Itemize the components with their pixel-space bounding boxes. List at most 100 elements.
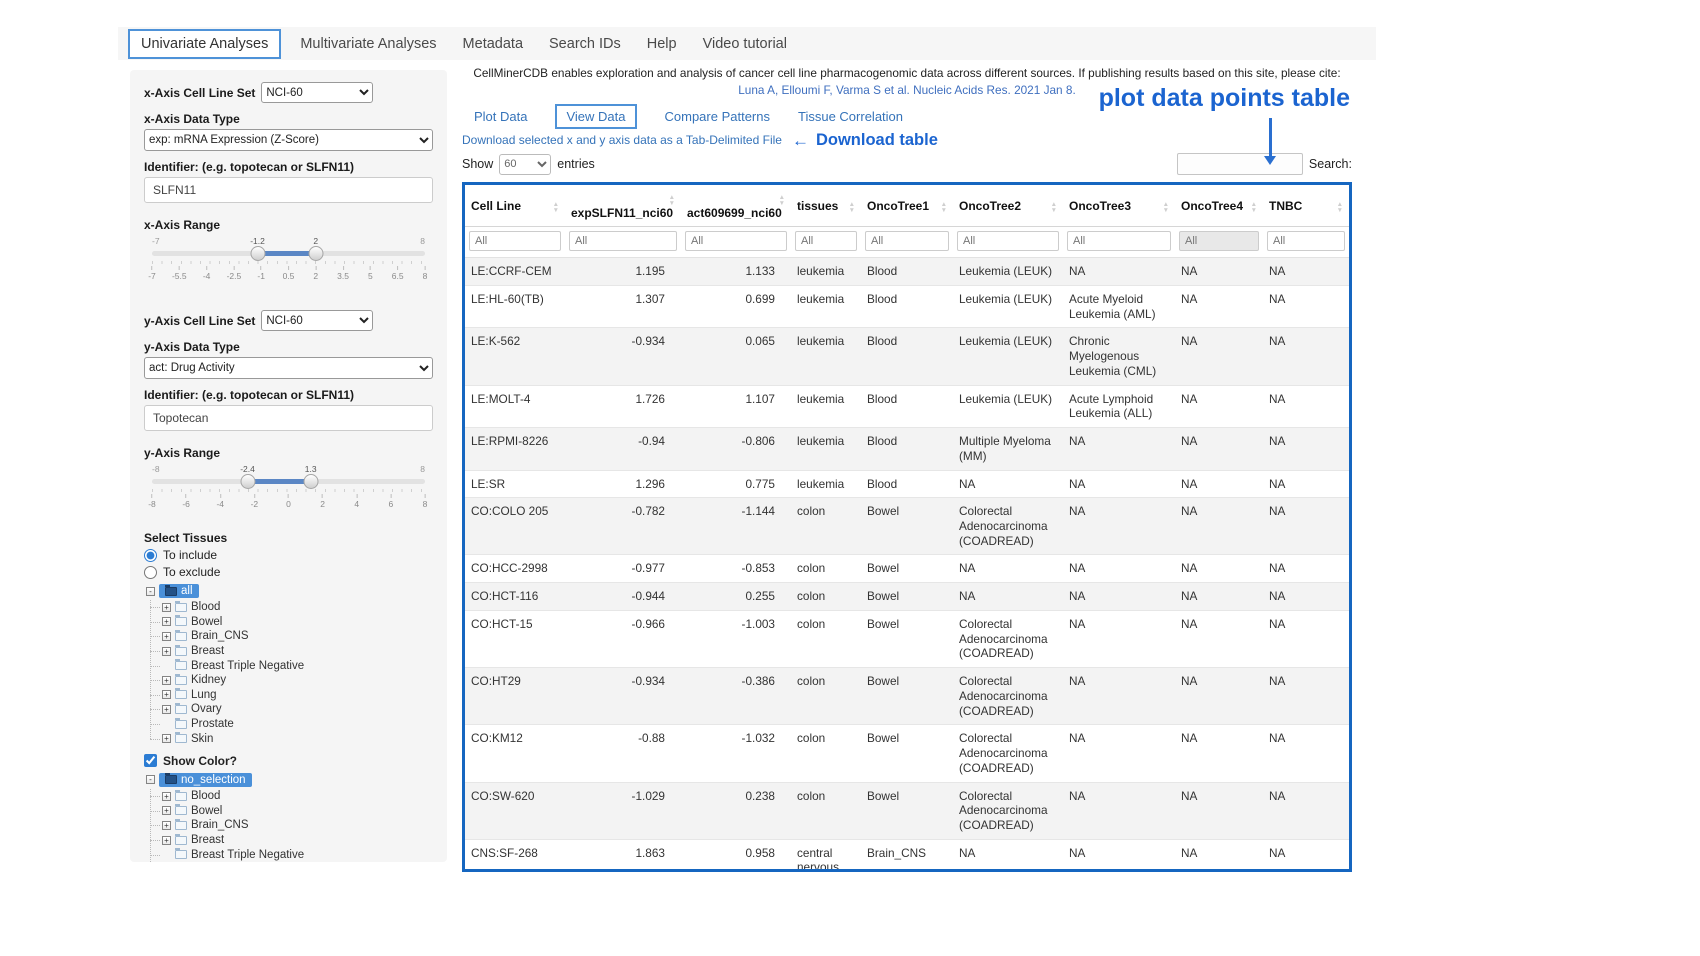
expand-icon[interactable]: + <box>162 836 171 845</box>
slider-handle-low[interactable] <box>240 474 255 489</box>
filter-input-tnbc[interactable] <box>1267 231 1345 251</box>
filter-input-cell-line[interactable] <box>469 231 561 251</box>
nav-tab-metadata[interactable]: Metadata <box>450 29 536 59</box>
nav-tab-help[interactable]: Help <box>634 29 690 59</box>
subtab-plot-data[interactable]: Plot Data <box>474 109 527 124</box>
expand-icon[interactable]: + <box>162 734 171 743</box>
column-header-oncotree1[interactable]: ▲▼OncoTree1 <box>861 185 953 227</box>
expand-icon[interactable]: + <box>162 603 171 612</box>
y-identifier-input[interactable] <box>144 405 433 431</box>
show-color-checkbox[interactable]: Show Color? <box>144 754 433 768</box>
collapse-icon[interactable]: - <box>146 587 155 596</box>
tree-item-skin[interactable]: +Skin <box>162 731 433 746</box>
tree-item-kidney[interactable]: +Kidney <box>162 673 433 688</box>
slider-handle-high[interactable] <box>308 246 323 261</box>
tissues-include-radio[interactable]: To include <box>144 548 433 562</box>
subtab-tissue-correlation[interactable]: Tissue Correlation <box>798 109 903 124</box>
table-row: LE:HL-60(TB)1.3070.699leukemiaBloodLeuke… <box>465 285 1349 327</box>
column-header-oncotree3[interactable]: ▲▼OncoTree3 <box>1063 185 1175 227</box>
cell-tissues: colon <box>791 610 861 667</box>
x-axis-data-type-select[interactable]: exp: mRNA Expression (Z-Score) <box>144 129 433 151</box>
entries-select[interactable]: 60 <box>499 154 551 175</box>
expand-icon[interactable]: + <box>162 806 171 815</box>
cell-oncotree3: NA <box>1063 258 1175 286</box>
table-row: CO:KM12-0.88-1.032colonBowelColorectal A… <box>465 725 1349 782</box>
folder-icon <box>175 617 187 626</box>
y-axis-data-type-select[interactable]: act: Drug Activity <box>144 357 433 379</box>
x-identifier-input[interactable] <box>144 177 433 203</box>
filter-input-oncotree4[interactable] <box>1179 231 1259 251</box>
y-axis-cell-line-set-select[interactable]: NCI-60 <box>261 310 373 331</box>
column-header-oncotree4[interactable]: ▲▼OncoTree4 <box>1175 185 1263 227</box>
nav-tab-multivariate-analyses[interactable]: Multivariate Analyses <box>287 29 449 59</box>
expand-icon[interactable]: + <box>162 617 171 626</box>
filter-input-act609699-nci60[interactable] <box>685 231 787 251</box>
column-header-tnbc[interactable]: ▲▼TNBC <box>1263 185 1349 227</box>
cell-tnbc: NA <box>1263 258 1349 286</box>
cell-oncotree3: NA <box>1063 498 1175 555</box>
include-radio-input[interactable] <box>144 549 157 562</box>
data-table: ▲▼Cell Line▲▼expSLFN11_nci60▲▼act609699_… <box>465 185 1349 872</box>
filter-input-tissues[interactable] <box>795 231 857 251</box>
expand-icon[interactable]: + <box>162 676 171 685</box>
filter-input-oncotree2[interactable] <box>957 231 1059 251</box>
column-header-act609699-nci60[interactable]: ▲▼act609699_nci60 <box>681 185 791 227</box>
folder-icon <box>175 792 187 801</box>
column-header-tissues[interactable]: ▲▼tissues <box>791 185 861 227</box>
x-axis-range-slider[interactable]: -78-1.22-7-5.5-4-2.5-10.523.556.58 <box>152 236 425 284</box>
tree-item-blood[interactable]: +Blood <box>162 600 433 615</box>
tree-item-breast[interactable]: +Breast <box>162 833 433 848</box>
tree-item-brain-cns[interactable]: +Brain_CNS <box>162 818 433 833</box>
expand-icon[interactable]: + <box>162 821 171 830</box>
nav-tab-video-tutorial[interactable]: Video tutorial <box>690 29 800 59</box>
slider-handle-high[interactable] <box>303 474 318 489</box>
cell-tissues: colon <box>791 782 861 839</box>
tree-item-prostate[interactable]: Prostate <box>162 717 433 732</box>
tree-item-ovary[interactable]: +Ovary <box>162 702 433 717</box>
column-header-cell-line[interactable]: ▲▼Cell Line <box>465 185 565 227</box>
expand-icon[interactable]: + <box>162 690 171 699</box>
expand-icon[interactable]: + <box>162 632 171 641</box>
cell-oncotree4: NA <box>1175 782 1263 839</box>
tree-item-breast-triple-negative[interactable]: Breast Triple Negative <box>162 847 433 862</box>
folder-icon <box>165 775 177 784</box>
tree-root-no-selection[interactable]: -no_selection <box>146 773 433 787</box>
tree-item-bowel[interactable]: +Bowel <box>162 804 433 819</box>
filter-input-oncotree1[interactable] <box>865 231 949 251</box>
tree-root-all[interactable]: -all <box>146 584 433 598</box>
slider-handle-low[interactable] <box>250 246 265 261</box>
subtab-view-data[interactable]: View Data <box>555 104 636 129</box>
tissues-exclude-radio[interactable]: To exclude <box>144 565 433 579</box>
folder-icon <box>175 720 187 729</box>
nav-tab-search-ids[interactable]: Search IDs <box>536 29 634 59</box>
cell-oncotree4: NA <box>1175 839 1263 872</box>
filter-input-oncotree3[interactable] <box>1067 231 1171 251</box>
cell-oncotree1: Blood <box>861 470 953 498</box>
table-row: LE:K-562-0.9340.065leukemiaBloodLeukemia… <box>465 328 1349 385</box>
filter-input-expslfn11-nci60[interactable] <box>569 231 677 251</box>
cell-expslfn11-nci60: 1.195 <box>565 258 681 286</box>
download-tab-delimited-link[interactable]: Download selected x and y axis data as a… <box>462 133 782 147</box>
tree-item-brain-cns[interactable]: +Brain_CNS <box>162 629 433 644</box>
expand-icon[interactable]: + <box>162 705 171 714</box>
tree-item-lung[interactable]: +Lung <box>162 688 433 703</box>
slider-max-label: 8 <box>420 236 425 246</box>
nav-tab-univariate-analyses[interactable]: Univariate Analyses <box>128 29 281 59</box>
tree-item-bowel[interactable]: +Bowel <box>162 615 433 630</box>
show-color-checkbox-input[interactable] <box>144 754 157 767</box>
exclude-radio-input[interactable] <box>144 566 157 579</box>
x-axis-cell-line-set-select[interactable]: NCI-60 <box>261 82 373 103</box>
cell-expslfn11-nci60: -0.934 <box>565 668 681 725</box>
tree-item-breast-triple-negative[interactable]: Breast Triple Negative <box>162 658 433 673</box>
subtab-compare-patterns[interactable]: Compare Patterns <box>665 109 771 124</box>
search-input[interactable] <box>1177 153 1303 175</box>
cell-expslfn11-nci60: -0.934 <box>565 328 681 385</box>
column-header-oncotree2[interactable]: ▲▼OncoTree2 <box>953 185 1063 227</box>
expand-icon[interactable]: + <box>162 647 171 656</box>
collapse-icon[interactable]: - <box>146 775 155 784</box>
y-axis-range-slider[interactable]: -88-2.41.3-8-6-4-202468 <box>152 464 425 512</box>
tree-item-blood[interactable]: +Blood <box>162 789 433 804</box>
column-header-expslfn11-nci60[interactable]: ▲▼expSLFN11_nci60 <box>565 185 681 227</box>
tree-item-breast[interactable]: +Breast <box>162 644 433 659</box>
expand-icon[interactable]: + <box>162 792 171 801</box>
